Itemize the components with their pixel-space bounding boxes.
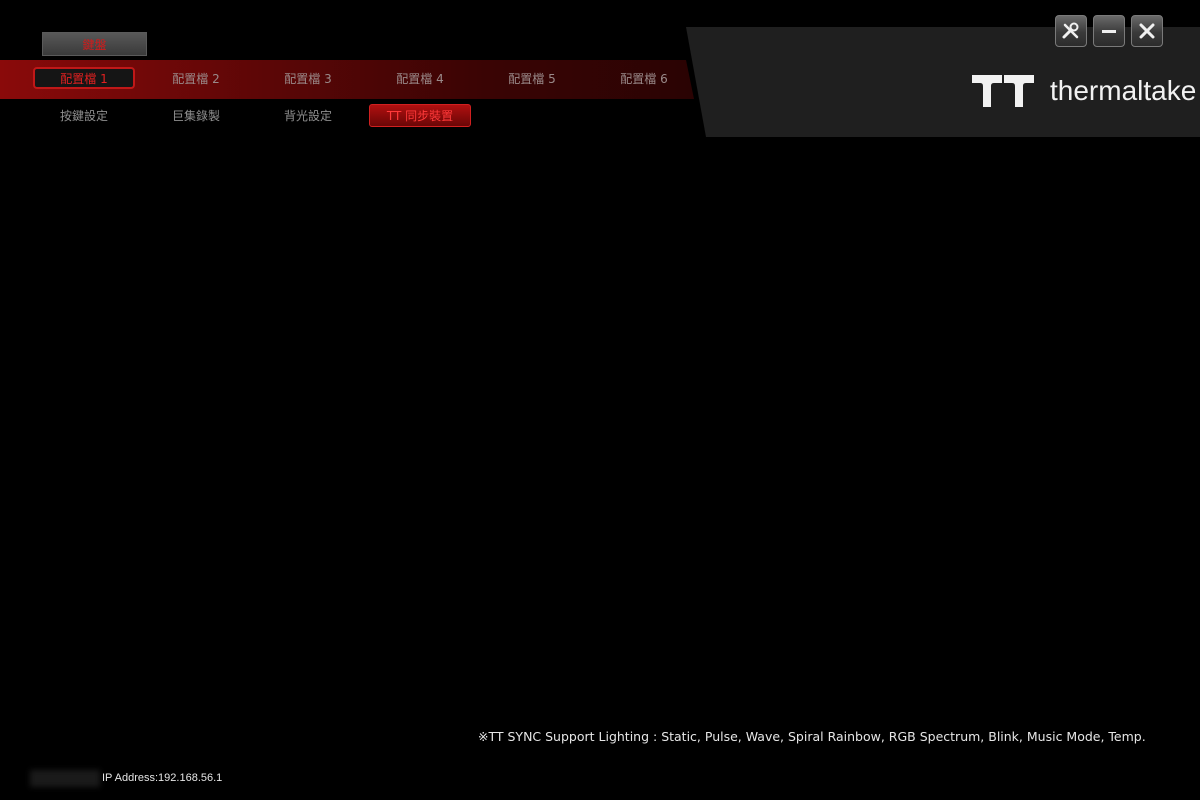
profile-tab-1[interactable]: 配置檔 1 [33,67,135,89]
profile-tab-3[interactable]: 配置檔 3 [257,67,359,89]
close-icon [1139,23,1155,39]
minimize-icon [1102,30,1116,33]
profile-tab-5[interactable]: 配置檔 5 [481,67,583,89]
tt-sync-support-note: ※TT SYNC Support Lighting : Static, Puls… [478,729,1146,744]
profile-tab-4[interactable]: 配置檔 4 [369,67,471,89]
tab-backlight-settings[interactable]: 背光設定 [257,104,359,127]
thermaltake-logo: thermaltake [972,74,1196,108]
redacted-label [30,770,100,787]
tt-logo-icon [972,75,1034,107]
device-tab-keyboard[interactable]: 鍵盤 [42,32,147,56]
profile-tab-2[interactable]: 配置檔 2 [145,67,247,89]
profile-tab-6[interactable]: 配置檔 6 [593,67,695,89]
tab-tt-sync[interactable]: TT 同步裝置 [369,104,471,127]
close-button[interactable] [1131,15,1163,47]
tab-macro-recording[interactable]: 巨集錄製 [145,104,247,127]
brand-name: thermaltake [1050,75,1197,106]
window-controls [1055,15,1163,47]
minimize-button[interactable] [1093,15,1125,47]
settings-button[interactable] [1055,15,1087,47]
tab-key-settings[interactable]: 按鍵設定 [33,104,135,127]
wrench-icon [1062,22,1079,39]
ip-address: IP Address:192.168.56.1 [102,772,223,784]
